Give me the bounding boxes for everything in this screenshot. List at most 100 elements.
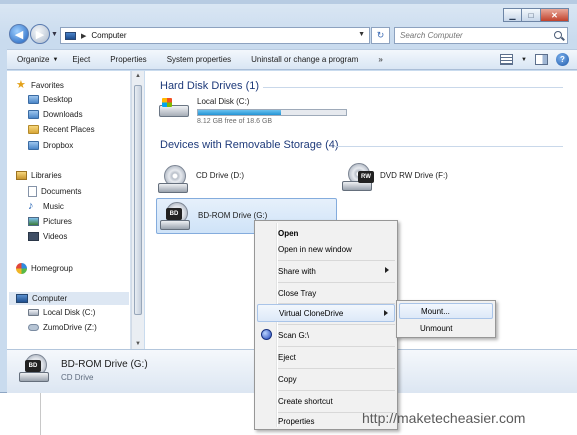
local-disk-icon [28,309,39,316]
star-icon: ★ [16,79,26,91]
scrollbar-thumb[interactable] [134,85,142,315]
submenu-unmount[interactable]: Unmount [399,320,493,336]
nav-libraries[interactable]: Libraries [16,171,62,180]
context-menu: Open Open in new window Share with Close… [254,220,398,430]
recent-pages-dropdown[interactable]: ▼ [51,31,58,38]
uninstall-button[interactable]: Uninstall or change a program [241,55,368,64]
menu-separator [278,324,395,325]
menu-close-tray[interactable]: Close Tray [257,284,395,302]
menu-virtual-clonedrive[interactable]: Virtual CloneDrive [257,304,395,322]
details-title: BD-ROM Drive (G:) [61,359,148,370]
menu-share-with[interactable]: Share with [257,262,395,280]
nav-music[interactable]: ♪ Music [28,201,64,212]
maximize-button[interactable]: □ [522,8,541,22]
nav-videos[interactable]: Videos [28,232,67,241]
nav-libraries-label: Libraries [31,171,62,180]
recent-places-icon [28,125,39,134]
nav-dropbox-label: Dropbox [43,141,74,150]
nav-favorites-label: Favorites [31,81,64,90]
pictures-icon [28,217,39,226]
close-button[interactable]: ✕ [541,8,569,22]
help-icon[interactable]: ? [556,53,569,66]
menu-scan[interactable]: Scan G:\ [257,326,395,344]
breadcrumb-computer[interactable]: Computer [91,31,126,40]
page-divider [40,393,41,435]
cd-drive-label: CD Drive (D:) [196,171,244,180]
preview-pane-icon[interactable] [535,54,548,65]
menu-separator [278,260,395,261]
dvd-drive-tile[interactable]: RW DVD RW Drive (F:) [342,163,448,193]
music-icon: ♪ [28,200,34,212]
address-bar[interactable]: ▶ Computer ▼ [60,27,370,44]
nav-local-disk-label: Local Disk (C:) [43,308,96,317]
libraries-icon [16,171,27,180]
nav-recent-places[interactable]: Recent Places [28,125,95,134]
hard-disk-drives-heading[interactable]: Hard Disk Drives (1) [160,80,259,92]
desktop-icon [28,95,39,104]
documents-icon [28,186,37,197]
forward-button[interactable]: ▶ [30,24,50,44]
navigation-scrollbar[interactable]: ▲ ▼ [131,71,144,349]
menu-separator [278,346,395,347]
search-input[interactable] [400,31,550,40]
cd-drive-tile[interactable]: CD Drive (D:) [158,165,244,195]
removable-storage-heading[interactable]: Devices with Removable Storage (4) [160,139,339,151]
submenu-arrow-icon [385,267,389,273]
dvd-drive-label: DVD RW Drive (F:) [380,171,448,180]
local-disk-tile[interactable]: Local Disk (C:) 8.12 GB free of 18.6 GB [159,97,347,125]
submenu-mount[interactable]: Mount... [399,303,493,319]
back-button[interactable]: ◀ [9,24,29,44]
scroll-down-arrow-icon[interactable]: ▼ [135,341,141,347]
eject-button[interactable]: Eject [68,55,100,64]
nav-desktop[interactable]: Desktop [28,95,72,104]
breadcrumb-arrow-icon[interactable]: ▶ [81,32,86,40]
toolbar-right-group: ▼ ? [500,53,569,66]
search-box[interactable] [394,27,568,44]
nav-documents[interactable]: Documents [28,186,81,197]
nav-favorites[interactable]: ★ Favorites [16,80,64,91]
menu-create-shortcut[interactable]: Create shortcut [257,392,395,410]
cd-drive-icon [158,165,190,195]
search-icon[interactable] [554,31,562,39]
videos-icon [28,232,39,241]
dvd-drive-icon: RW [342,163,374,193]
nav-videos-label: Videos [43,232,68,241]
scroll-up-arrow-icon[interactable]: ▲ [135,73,141,79]
menu-copy[interactable]: Copy [257,370,395,388]
properties-button[interactable]: Properties [100,55,156,64]
nav-computer[interactable]: Computer [9,292,129,305]
nav-zumodrive[interactable]: ZumoDrive (Z:) [28,323,97,332]
minimize-button[interactable]: ▁ [503,8,522,22]
organize-label: Organize [17,55,50,64]
command-bar: Organize ▼ Eject Properties System prope… [7,49,577,70]
view-options-chevron-icon[interactable]: ▼ [521,57,527,63]
nav-local-disk[interactable]: Local Disk (C:) [28,308,95,317]
homegroup-icon [16,263,27,274]
computer-icon [16,294,28,303]
nav-homegroup[interactable]: Homegroup [16,263,73,274]
system-properties-button[interactable]: System properties [157,55,241,64]
nav-homegroup-label: Homegroup [31,264,73,273]
refresh-button[interactable]: ↻ [371,27,390,44]
menu-open-new-window[interactable]: Open in new window [257,240,395,258]
disk-usage-bar [197,109,347,116]
watermark-url: http://maketecheasier.com [362,410,526,426]
address-dropdown-icon[interactable]: ▼ [358,31,365,38]
change-view-icon[interactable] [500,54,514,65]
bd-badge-large: BD [25,360,41,372]
nav-dropbox[interactable]: Dropbox [28,141,73,150]
more-commands-button[interactable]: » [368,55,392,64]
chevron-down-icon: ▼ [52,56,59,63]
local-disk-label: Local Disk (C:) [197,97,250,106]
local-disk-free-space: 8.12 GB free of 18.6 GB [197,118,273,125]
menu-eject[interactable]: Eject [257,348,395,366]
virtual-clonedrive-submenu: Mount... Unmount [396,300,496,338]
organize-menu[interactable]: Organize ▼ [7,55,68,64]
group-divider [263,87,563,88]
menu-separator [278,282,395,283]
title-bar[interactable] [0,0,577,4]
menu-share-with-label: Share with [278,266,316,276]
nav-pictures[interactable]: Pictures [28,217,72,226]
caption-buttons: ▁ □ ✕ [503,8,569,22]
nav-downloads[interactable]: Downloads [28,110,83,119]
